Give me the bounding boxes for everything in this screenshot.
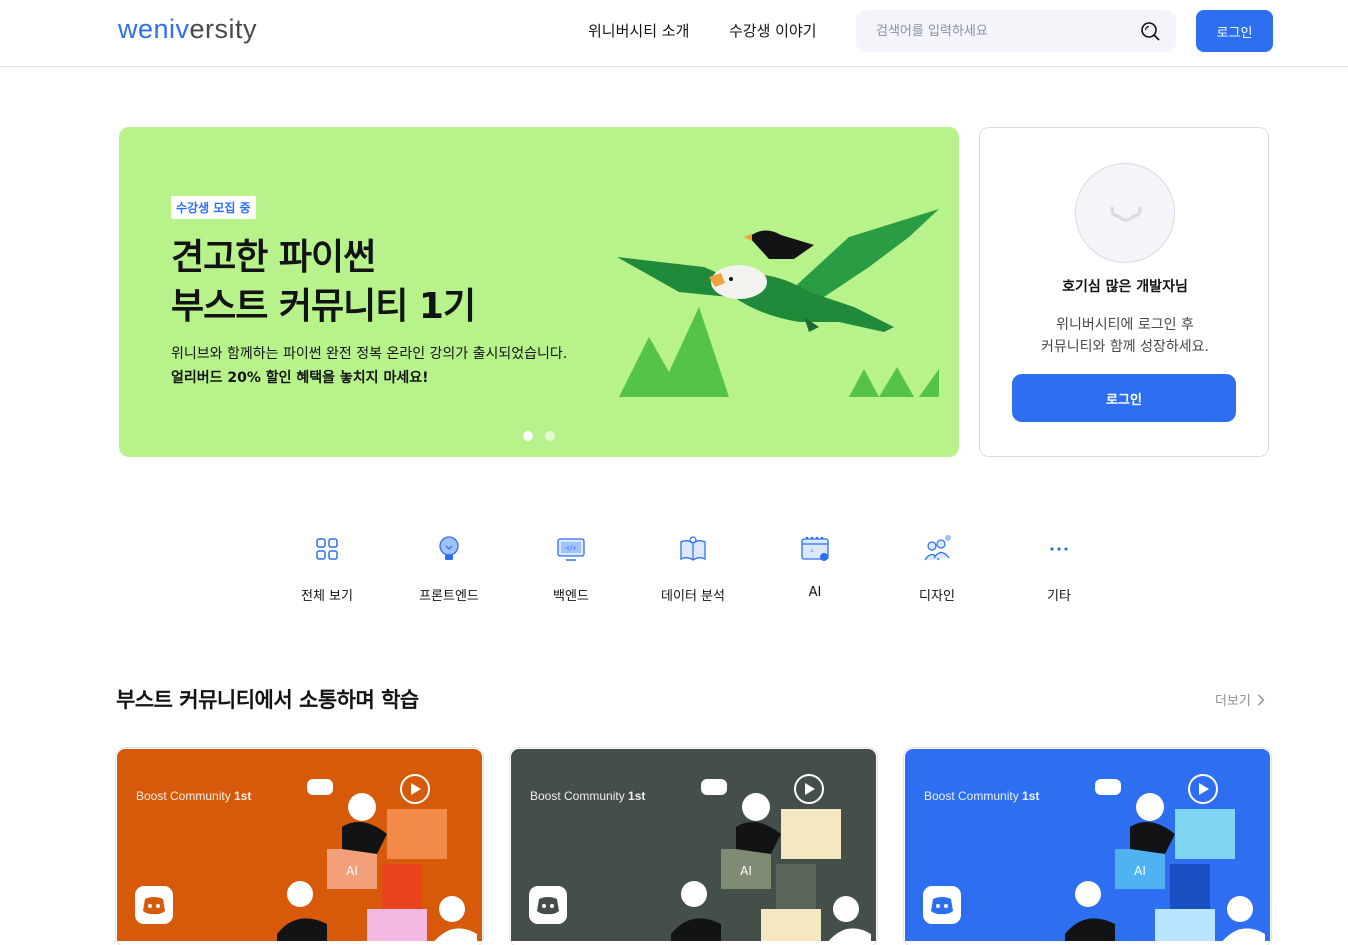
book-icon: [680, 536, 706, 561]
category-label: 디자인: [919, 589, 955, 604]
category-label: 데이터 분석: [661, 589, 725, 604]
card-label: Boost Community 1st: [924, 789, 1040, 803]
header-login-button[interactable]: 로그인: [1196, 10, 1273, 52]
course-card-2[interactable]: Boost Community 1st AI: [509, 747, 878, 945]
hero-banner[interactable]: 수강생 모집 중 견고한 파이썬 부스트 커뮤니티 1기 위니브와 함께하는 파…: [119, 127, 959, 457]
discord-icon: [135, 886, 173, 924]
recruiting-badge: 수강생 모집 중: [171, 196, 256, 219]
banner-title-line2: 부스트 커뮤니티 1기: [171, 286, 476, 327]
eagle-illustration-icon: [617, 209, 939, 397]
logo-text-secondary: ersity: [189, 14, 258, 44]
category-ai[interactable]: AI: [754, 530, 876, 610]
category-etc[interactable]: 기타: [998, 530, 1120, 610]
nav-link-about[interactable]: 위니버시티 소개: [588, 20, 689, 41]
community-illustration-icon: AI: [277, 774, 477, 941]
grid-icon: [316, 538, 338, 560]
card-login-button[interactable]: 로그인: [1012, 374, 1236, 422]
card-label: Boost Community 1st: [530, 789, 646, 803]
svg-text:AI: AI: [740, 864, 752, 878]
more-link[interactable]: 더보기: [1215, 690, 1265, 709]
profile-description: 위니버시티에 로그인 후 커뮤니티와 함께 성장하세요.: [980, 314, 1270, 358]
profile-card: 호기심 많은 개발자님 위니버시티에 로그인 후 커뮤니티와 함께 성장하세요.…: [979, 127, 1269, 457]
community-illustration-icon: AI: [1065, 774, 1265, 941]
more-link-label: 더보기: [1215, 694, 1251, 709]
svg-text:AI: AI: [1134, 864, 1146, 878]
banner-description: 위니브와 함께하는 파이썬 완전 정복 온라인 강의가 출시되었습니다.: [171, 346, 568, 362]
discord-icon: [529, 886, 567, 924]
category-label: 전체 보기: [301, 589, 353, 604]
course-card-1[interactable]: Boost Community 1st AI: [115, 747, 484, 945]
card-label: Boost Community 1st: [136, 789, 252, 803]
profile-description-line2: 커뮤니티와 함께 성장하세요.: [1041, 339, 1209, 355]
carousel-dot-2[interactable]: [545, 431, 555, 441]
profile-description-line1: 위니버시티에 로그인 후: [1056, 317, 1194, 333]
svg-text:AI: AI: [346, 864, 358, 878]
logo-text-primary: weniv: [118, 14, 190, 44]
search-box: [856, 10, 1176, 52]
category-label: AI: [808, 585, 822, 600]
category-label: 프론트엔드: [419, 589, 479, 604]
people-icon: [924, 535, 951, 561]
chevron-right-icon: [1257, 693, 1265, 706]
discord-icon: [923, 886, 961, 924]
card-thumbnail: Boost Community 1st AI: [905, 749, 1270, 941]
card-thumbnail: Boost Community 1st AI: [511, 749, 876, 941]
avatar: [1075, 163, 1175, 263]
site-header: weniversity 위니버시티 소개 수강생 이야기 로그인: [0, 0, 1348, 67]
category-data-analysis[interactable]: 데이터 분석: [632, 530, 754, 610]
banner-title: 견고한 파이썬 부스트 커뮤니티 1기: [171, 233, 476, 331]
community-illustration-icon: AI: [671, 774, 871, 941]
logo[interactable]: weniv ersity: [118, 14, 257, 50]
lightbulb-icon: [439, 536, 459, 560]
section-title: 부스트 커뮤니티에서 소통하며 학습: [116, 688, 419, 712]
category-backend[interactable]: </> 백엔드: [510, 530, 632, 610]
carousel-dot-1[interactable]: [523, 431, 533, 441]
banner-title-line1: 견고한 파이썬: [171, 237, 376, 278]
category-frontend[interactable]: 프론트엔드: [388, 530, 510, 610]
card-thumbnail: Boost Community 1st AI: [117, 749, 482, 941]
smile-face-icon: [1110, 206, 1142, 222]
search-input[interactable]: [856, 10, 1136, 52]
calendar-ai-icon: [801, 536, 829, 561]
category-design[interactable]: 디자인: [876, 530, 998, 610]
category-menu: 전체 보기 프론트엔드 </> 백엔드 데이터 분석 AI 디자인 기타: [266, 530, 1122, 610]
monitor-code-icon: </>: [557, 538, 585, 561]
category-all[interactable]: 전체 보기: [266, 530, 388, 610]
banner-description-bold: 얼리버드 20% 할인 혜택을 놓치지 마세요!: [171, 370, 429, 386]
profile-name: 호기심 많은 개발자님: [1062, 279, 1188, 295]
search-icon[interactable]: [1140, 21, 1160, 41]
category-label: 기타: [1047, 589, 1071, 604]
more-dots-icon: [1050, 547, 1068, 551]
category-label: 백엔드: [553, 589, 589, 604]
nav-link-stories[interactable]: 수강생 이야기: [729, 20, 817, 41]
carousel-dots: [523, 431, 555, 441]
svg-text:</>: </>: [566, 545, 577, 552]
course-card-3[interactable]: Boost Community 1st AI: [903, 747, 1272, 945]
